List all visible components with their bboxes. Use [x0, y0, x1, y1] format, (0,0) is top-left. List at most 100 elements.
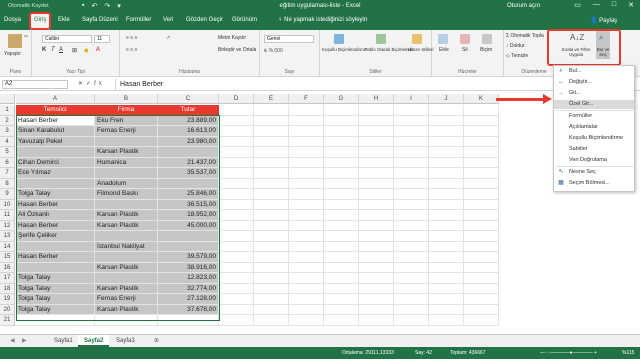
empty-cell[interactable] [394, 178, 429, 189]
table-cell[interactable]: 37.678,00 [158, 304, 219, 315]
ribbon-display-icon[interactable]: ▭ [574, 1, 581, 9]
empty-cell[interactable] [359, 178, 394, 189]
sheet-tab-sayfa3[interactable]: Sayfa3 [110, 335, 141, 347]
empty-cell[interactable] [429, 262, 464, 273]
empty-cell[interactable] [289, 157, 324, 168]
empty-cell[interactable] [429, 273, 464, 284]
empty-cell[interactable] [464, 273, 499, 284]
table-cell[interactable]: 23.980,00 [158, 136, 219, 147]
empty-cell[interactable] [324, 157, 359, 168]
font-name-select[interactable]: Calibri [42, 35, 92, 43]
empty-cell[interactable] [254, 252, 289, 263]
empty-cell[interactable] [324, 105, 359, 116]
empty-cell[interactable] [429, 168, 464, 179]
menu-item-select-objects[interactable]: ↖ Nesne Seç [554, 168, 634, 177]
empty-cell[interactable] [429, 105, 464, 116]
empty-cell[interactable] [464, 210, 499, 221]
empty-cell[interactable] [394, 189, 429, 200]
table-cell[interactable]: Karsan Plastik [95, 210, 158, 221]
empty-cell[interactable] [219, 189, 254, 200]
empty-cell[interactable] [219, 178, 254, 189]
table-cell[interactable]: Karsan Plastik [95, 304, 158, 315]
delete-cells-icon[interactable] [460, 34, 470, 44]
merge-center-button[interactable]: Birleştir ve Ortala [218, 47, 256, 53]
empty-cell[interactable] [324, 199, 359, 210]
autosum-button[interactable]: Σ Otomatik Topla [506, 33, 544, 39]
empty-cell[interactable] [429, 136, 464, 147]
empty-cell[interactable] [254, 262, 289, 273]
empty-cell[interactable] [464, 157, 499, 168]
empty-cell[interactable] [289, 147, 324, 158]
empty-cell[interactable] [464, 241, 499, 252]
row-header-6[interactable]: 6 [0, 157, 15, 168]
conditional-format-icon[interactable] [334, 34, 344, 44]
table-cell[interactable]: Eku Fren [95, 115, 158, 126]
table-cell[interactable]: Tolga Talay [16, 294, 95, 305]
empty-cell[interactable] [429, 126, 464, 137]
menu-item-conditional-formatting[interactable]: Koşullu Biçimlendirme [554, 134, 634, 143]
empty-cell[interactable] [324, 304, 359, 315]
empty-cell[interactable] [254, 136, 289, 147]
empty-cell[interactable] [464, 126, 499, 137]
empty-cell[interactable] [464, 199, 499, 210]
font-size-select[interactable]: 11 [94, 35, 110, 43]
table-cell[interactable]: Hasan Berber [16, 252, 95, 263]
empty-cell[interactable] [324, 252, 359, 263]
empty-cell[interactable] [394, 315, 429, 326]
empty-cell[interactable] [394, 199, 429, 210]
empty-cell[interactable] [289, 262, 324, 273]
tab-view[interactable]: Görünüm [232, 17, 257, 23]
empty-cell[interactable] [219, 273, 254, 284]
empty-cell[interactable] [464, 189, 499, 200]
empty-cell[interactable] [254, 115, 289, 126]
table-cell[interactable]: Fernas Enerji [95, 126, 158, 137]
name-box[interactable]: A2 [2, 80, 68, 89]
currency-icon[interactable]: ₺ % 000 [264, 48, 283, 54]
sheet-tab-sayfa1[interactable]: Sayfa1 [48, 335, 79, 347]
empty-cell[interactable] [464, 105, 499, 116]
empty-cell[interactable] [359, 252, 394, 263]
cut-icon[interactable]: ✂ [24, 34, 28, 40]
tab-file[interactable]: Dosya [4, 17, 21, 23]
row-header-19[interactable]: 19 [0, 294, 15, 305]
add-sheet-icon[interactable]: ⊕ [148, 335, 165, 347]
empty-cell[interactable] [394, 147, 429, 158]
empty-cell[interactable] [324, 126, 359, 137]
empty-cell[interactable] [289, 315, 324, 326]
empty-cell[interactable] [429, 252, 464, 263]
empty-cell[interactable] [254, 157, 289, 168]
empty-cell[interactable] [464, 136, 499, 147]
empty-cell[interactable] [324, 136, 359, 147]
empty-cell[interactable] [464, 115, 499, 126]
empty-cell[interactable] [359, 199, 394, 210]
table-cell[interactable]: Ali Özkanlı [16, 210, 95, 221]
empty-cell[interactable] [254, 199, 289, 210]
empty-cell[interactable] [219, 147, 254, 158]
table-cell[interactable]: Ece Yılmaz [16, 168, 95, 179]
empty-cell[interactable] [324, 220, 359, 231]
empty-cell[interactable] [219, 283, 254, 294]
empty-cell[interactable] [324, 115, 359, 126]
empty-cell[interactable] [359, 115, 394, 126]
empty-cell[interactable] [254, 231, 289, 242]
table-cell[interactable] [16, 241, 95, 252]
empty-cell[interactable] [254, 168, 289, 179]
insert-cells-icon[interactable] [438, 34, 448, 44]
italic-icon[interactable]: T [51, 47, 55, 53]
empty-cell[interactable] [359, 304, 394, 315]
font-color-icon[interactable]: A [96, 47, 100, 53]
table-cell[interactable] [158, 178, 219, 189]
format-table-button[interactable]: Tablo Olarak Biçimlendir [365, 47, 414, 52]
empty-cell[interactable] [394, 126, 429, 137]
empty-cell[interactable] [394, 231, 429, 242]
column-header-e[interactable]: E [254, 94, 289, 104]
underline-icon[interactable]: A [59, 47, 63, 53]
table-cell[interactable]: Cihan Demirci [16, 157, 95, 168]
table-cell[interactable]: 38.916,00 [158, 262, 219, 273]
table-cell[interactable]: 35.537,00 [158, 168, 219, 179]
row-header-4[interactable]: 4 [0, 136, 15, 147]
table-cell[interactable] [95, 136, 158, 147]
empty-cell[interactable] [394, 168, 429, 179]
table-cell[interactable]: Yavuzalp Pekel [16, 136, 95, 147]
empty-cell[interactable] [359, 231, 394, 242]
